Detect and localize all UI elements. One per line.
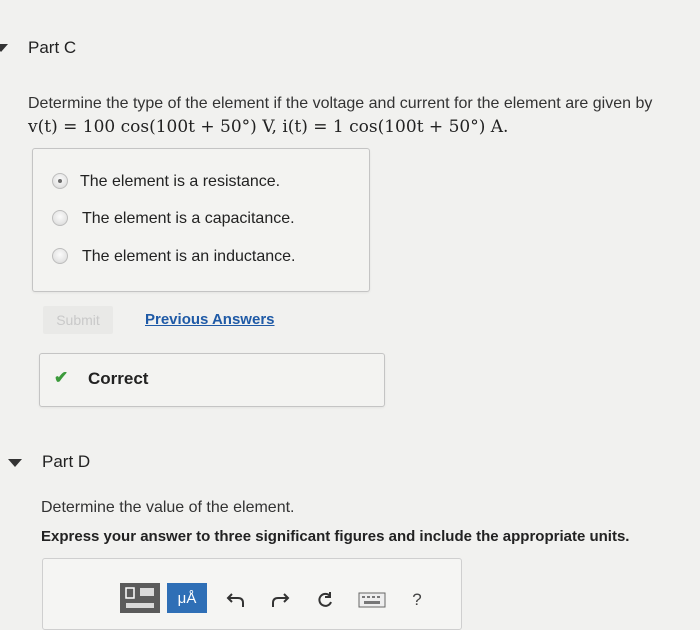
radio-button-selected[interactable]	[52, 173, 68, 189]
feedback-label: Correct	[88, 369, 149, 388]
units-button[interactable]: μÅ	[167, 583, 207, 613]
redo-icon	[272, 593, 290, 607]
redo-button[interactable]	[268, 588, 292, 612]
reset-button[interactable]	[313, 588, 337, 612]
help-button[interactable]: ?	[405, 588, 429, 612]
help-label: ?	[412, 590, 422, 609]
option-label: The element is a capacitance.	[82, 210, 295, 227]
radio-button[interactable]	[52, 248, 68, 264]
undo-button[interactable]	[224, 588, 248, 612]
collapse-caret-icon[interactable]	[8, 459, 22, 467]
radio-button[interactable]	[52, 210, 68, 226]
templates-icon	[120, 583, 160, 613]
answer-box	[42, 558, 462, 630]
units-label: μÅ	[177, 589, 197, 607]
question-text: Determine the type of the element if the…	[28, 95, 653, 112]
part-d-instruction: Express your answer to three significant…	[41, 528, 630, 545]
undo-icon	[226, 593, 244, 607]
previous-answers-link[interactable]: Previous Answers	[145, 311, 275, 328]
part-d-question-text: Determine the value of the element.	[41, 499, 295, 516]
checkmark-icon: ✔	[54, 368, 69, 387]
option-label: The element is an inductance.	[82, 248, 296, 265]
collapse-caret-icon[interactable]	[0, 44, 8, 52]
option-capacitance[interactable]: The element is a capacitance.	[52, 208, 352, 230]
option-label: The element is a resistance.	[80, 173, 281, 190]
keyboard-button[interactable]	[357, 590, 387, 610]
equation-text: v(t) = 100 cos(100t + 50°) V, i(t) = 1 c…	[28, 117, 509, 137]
part-d-title: Part D	[42, 452, 91, 471]
keyboard-icon	[358, 592, 386, 608]
option-inductance[interactable]: The element is an inductance.	[52, 246, 352, 268]
submit-button[interactable]: Submit	[43, 306, 113, 334]
option-resistance[interactable]: The element is a resistance.	[52, 171, 352, 193]
templates-button[interactable]	[120, 583, 160, 613]
part-c-title: Part C	[28, 38, 77, 57]
reset-icon	[318, 592, 332, 607]
